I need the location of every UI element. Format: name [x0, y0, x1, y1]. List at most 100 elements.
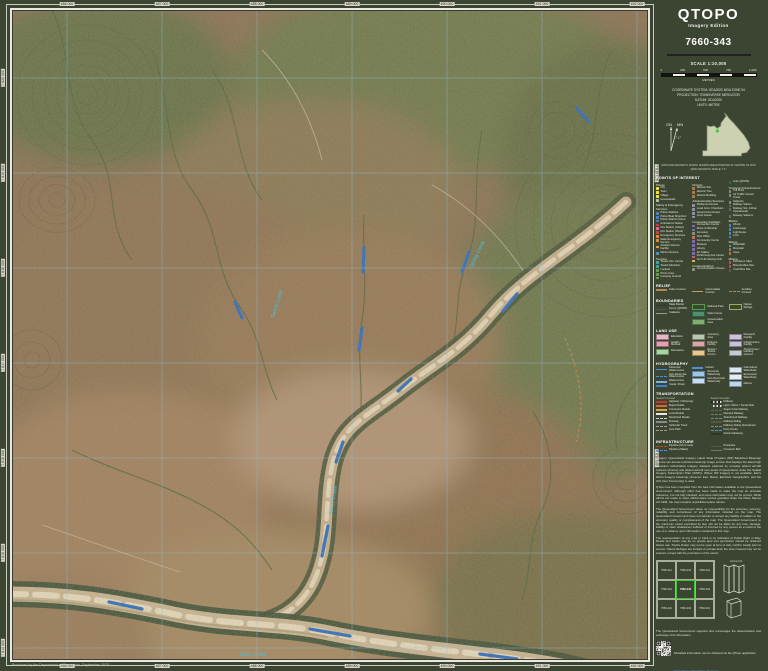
map-location-dot — [715, 129, 719, 133]
legend-item: Light / Mono / Tourist Rail — [710, 404, 762, 408]
poi-symbol — [656, 191, 659, 194]
legend-label: Airport Area / Landing Ground — [743, 347, 760, 357]
legend-section: INFRASTRUCTURE Pipeline (Oil or Gas) Pipel… — [656, 440, 761, 453]
poi-symbol — [692, 236, 696, 240]
legend-section: HYDROGRAPHY Perennial Watercourse Non-Pere… — [656, 362, 761, 389]
poi-symbol — [656, 239, 659, 242]
legend-swatch — [656, 425, 667, 427]
legend-label: Index Contour — [669, 287, 686, 291]
index-cell: 7560-221 — [657, 598, 676, 618]
index-cell: 7660-342 — [695, 579, 714, 599]
legend-item: Cadastre — [656, 311, 688, 315]
poi-symbol — [692, 228, 696, 232]
legend-item: Research Facility — [728, 333, 761, 341]
legend-label: Perennial Watercourse — [669, 365, 685, 372]
scale-tick-label: 1,000 — [748, 68, 757, 72]
poi-symbol — [656, 219, 659, 223]
poi-label: Coal Mine Site — [733, 267, 751, 271]
northing-label-left: 7 814 000 — [0, 639, 6, 657]
legend-section: LAND USE Education Health / Medical Recreat… — [656, 329, 761, 358]
legend-label: Marine — [743, 381, 752, 385]
legend-column: Research Facility Infrastructure Facility… — [728, 333, 761, 358]
scale-bar-segments — [660, 72, 757, 78]
legend-columns: Pipeline (Oil or Gas) Pipeline (Water) Pow… — [656, 444, 761, 453]
legend-swatch — [692, 290, 704, 293]
legend-label: Auxiliary Contour — [741, 287, 752, 294]
poi-item: Coal Mine Site — [728, 267, 761, 272]
legend-column: Index Contour — [656, 287, 688, 296]
legend-column: Cemetery Area Defence Facility Resort / To… — [692, 334, 724, 358]
legend-label: Research Facility — [743, 333, 756, 340]
poi-symbol — [692, 247, 696, 251]
supports-text: The Queensland Government supports and e… — [656, 628, 761, 637]
poi-item: Homesteads — [656, 197, 688, 202]
poi-symbol — [728, 208, 732, 212]
poi-symbol — [692, 232, 696, 236]
poi-symbol — [692, 191, 696, 194]
legend-swatch — [656, 413, 667, 415]
legend-column: Auxiliary Contour — [728, 287, 761, 296]
legend-swatch — [710, 404, 722, 408]
poi-symbol — [728, 235, 732, 239]
legend-swatch — [656, 417, 667, 419]
disclaimer-paragraph: The Queensland Government takes no respo… — [656, 506, 761, 534]
easting-label-bottom: 491 000 — [534, 663, 550, 668]
legend-swatch — [710, 445, 722, 448]
poi-symbol — [656, 261, 659, 264]
index-cell: 7660-344 — [676, 560, 695, 580]
legend-label: State Forest — [707, 311, 722, 315]
scale-bar: 0 250 500 750 1,000 METRES — [660, 68, 757, 83]
poi-column: Huts (QPWS) Transport Infrastructure Toll … — [728, 180, 761, 280]
legend-item: Defence Facility — [692, 340, 724, 348]
poi-symbol — [728, 244, 732, 248]
poi-symbol — [728, 265, 732, 268]
legend-item: Conservation Area — [692, 318, 724, 325]
easting-label-bottom: 487 000 — [154, 663, 170, 668]
svg-text:MN: MN — [677, 122, 683, 127]
disclaimer-paragraph: The representation of any road or track … — [656, 535, 761, 555]
poi-symbol — [692, 240, 696, 243]
scale-bar-units: METRES — [702, 78, 715, 83]
index-cell: 7660-331 — [695, 598, 714, 618]
legend-swatch — [656, 312, 667, 315]
legend-label: Education — [671, 334, 683, 338]
legend-label: Defence Facility — [707, 340, 718, 347]
legend-label: Intermittent Waterbody — [743, 365, 758, 372]
poi-symbol — [692, 187, 696, 191]
legend-label: Connector Roads — [669, 407, 690, 411]
legend-column: Intermittent Waterbody Ephemeral Waterbod… — [728, 365, 761, 389]
poi-item: Huts (QPWS) — [728, 180, 761, 185]
poi-symbol — [656, 276, 659, 280]
poi-symbol — [656, 231, 659, 235]
poi-label: Historic Building — [696, 193, 716, 197]
legend-columns: Index Contour Intermediate Contour Auxilia… — [656, 287, 761, 296]
legend-section: BOUNDARIES State Border Fence (QPWS) Cadast… — [656, 299, 761, 326]
legend-column: Intermediate Contour — [692, 288, 724, 296]
legend-item: Recreation — [656, 348, 688, 355]
poi-column: Historic Historic Site Historic Tree Histor… — [692, 181, 725, 280]
legend-label: Health / Medical — [671, 340, 681, 347]
legend-swatch — [710, 425, 722, 427]
poi-item: Communication Towers — [692, 267, 725, 272]
poi-label: Homesteads — [660, 197, 676, 201]
poi-symbol — [728, 248, 732, 252]
legend-item: Pipeline (Water) — [656, 448, 707, 452]
legend-label: Sugar Cane Railway — [723, 407, 749, 411]
poi-symbol — [692, 251, 696, 255]
legend-swatch — [692, 349, 706, 356]
poi-symbol — [656, 235, 659, 238]
index-cell-current: 7660-343 — [676, 579, 695, 599]
poi-label: Busway Stations — [733, 213, 753, 217]
poi-symbol — [692, 259, 696, 263]
legend-label: Canal / Drain — [669, 383, 685, 387]
easting-label-top: 487 000 — [154, 2, 170, 7]
legend-swatch — [710, 421, 722, 423]
declination-diagram: GN MN 7.1° — [666, 122, 683, 151]
scale-caption: SCALE 1:10,000 — [690, 61, 727, 66]
legend-item: Major Roads — [656, 404, 707, 408]
legend-item: Auxiliary Contour — [728, 287, 761, 295]
legend-item: Disused Railway — [710, 412, 762, 416]
northing-label-left: 7 819 000 — [0, 164, 6, 182]
poi-symbol — [728, 200, 732, 204]
legend-label: Resort / Tourist Accom. — [707, 347, 717, 357]
